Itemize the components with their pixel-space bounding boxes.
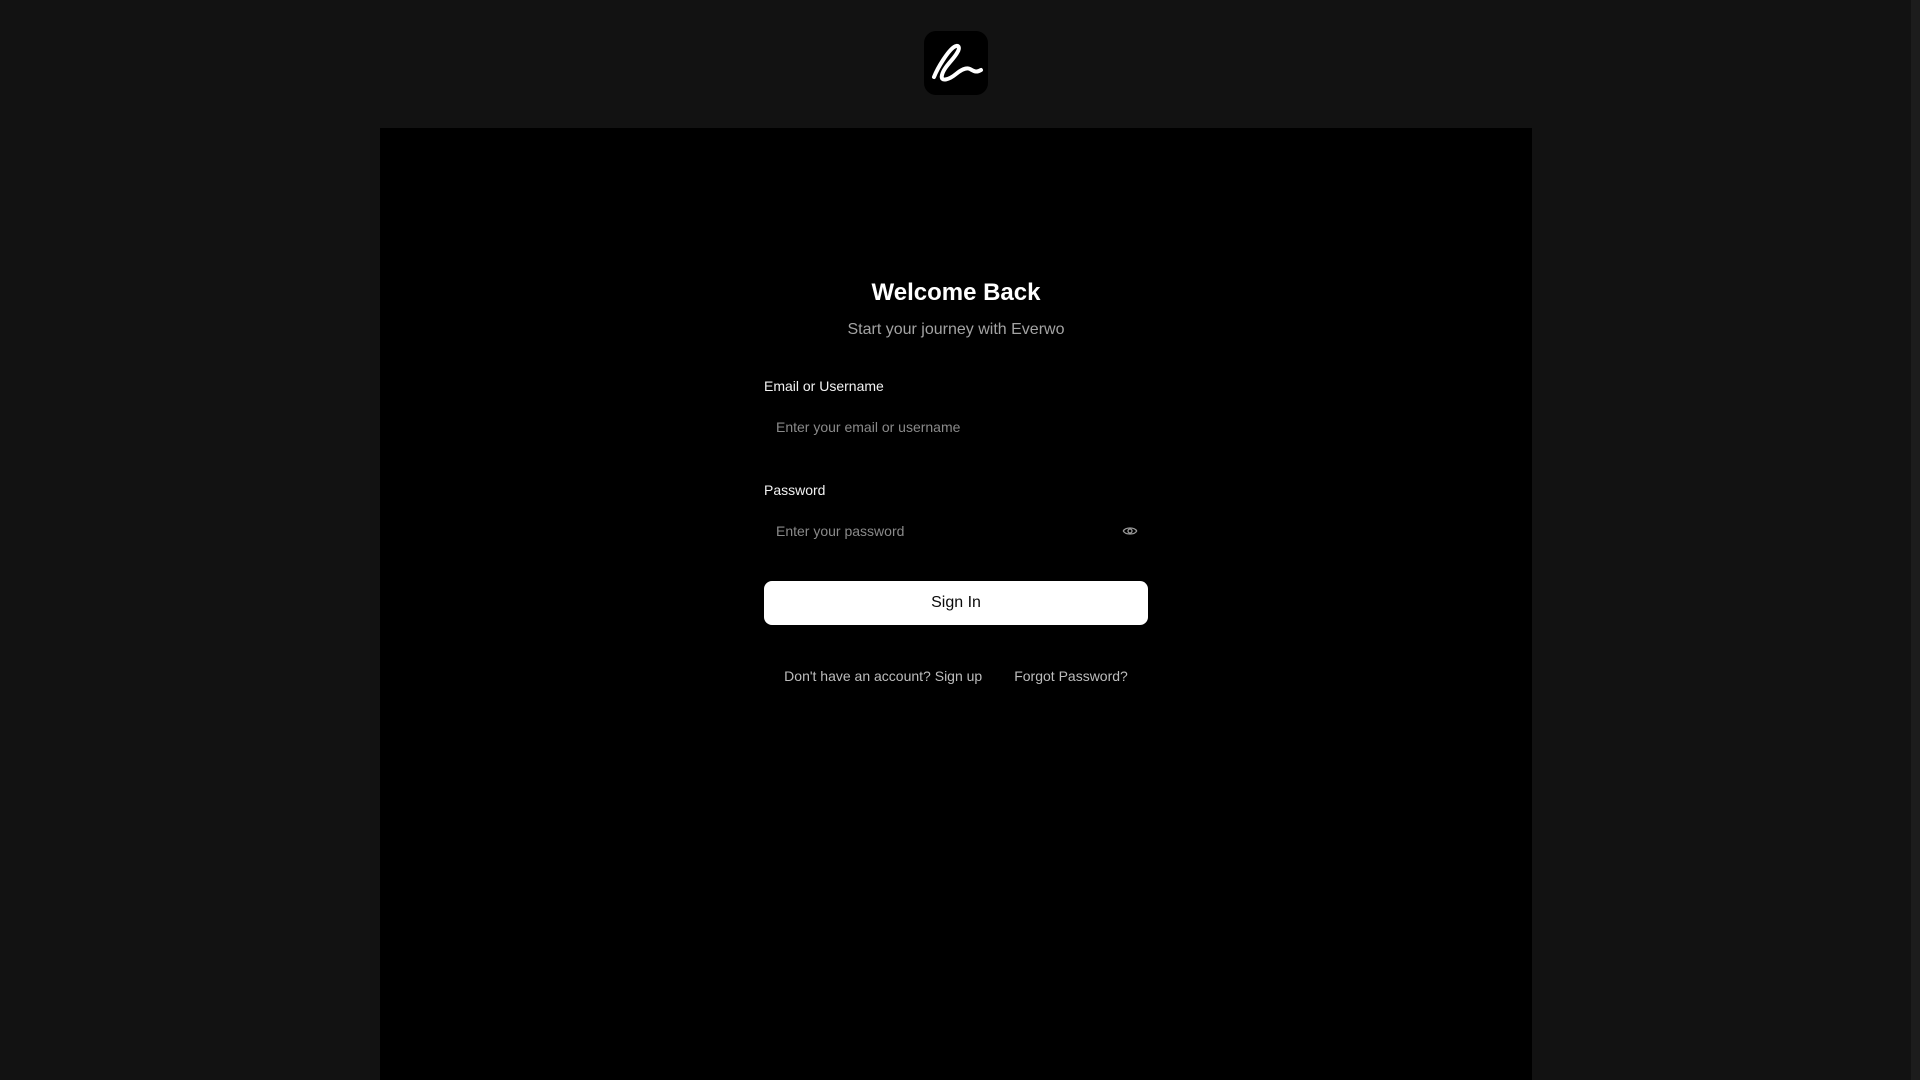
login-page: Welcome Back Start your journey with Eve… [0, 0, 1920, 1080]
email-input[interactable] [764, 407, 1148, 447]
signature-e-icon [932, 43, 983, 82]
forgot-password-link[interactable]: Forgot Password? [1014, 667, 1128, 685]
sign-in-button[interactable]: Sign In [764, 581, 1148, 625]
email-label: Email or Username [764, 378, 884, 394]
login-form: Welcome Back Start your journey with Eve… [764, 272, 1148, 685]
password-input[interactable] [764, 511, 1148, 551]
page-title: Welcome Back [871, 279, 1041, 306]
brand-logo[interactable] [924, 31, 988, 95]
page-subtitle: Start your journey with Everwo [847, 321, 1065, 338]
auth-links: Don't have an account? Sign up Forgot Pa… [764, 667, 1148, 685]
sign-up-link[interactable]: Don't have an account? Sign up [784, 667, 982, 685]
scrollbar[interactable] [1911, 0, 1920, 1080]
email-field-wrapper [764, 407, 1148, 447]
password-field-wrapper [764, 511, 1148, 551]
eye-icon[interactable] [1120, 521, 1140, 541]
password-label: Password [764, 482, 826, 498]
